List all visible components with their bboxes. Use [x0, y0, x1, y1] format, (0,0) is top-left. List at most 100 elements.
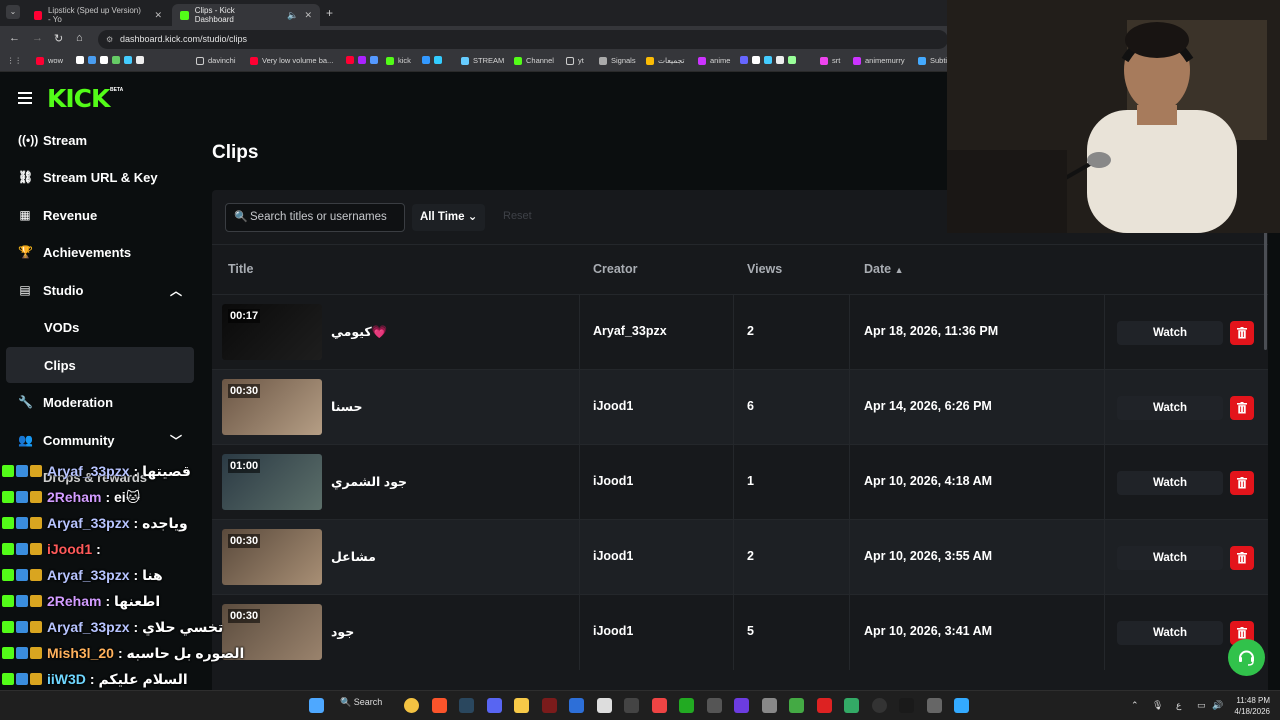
search-input[interactable]: 🔍 Search titles or usernames [225, 203, 405, 232]
clip-creator[interactable]: iJood1 [593, 399, 633, 413]
sidebar-item-studio[interactable]: ▤ Studio ︿ [6, 272, 194, 308]
xbox-icon[interactable] [679, 698, 694, 713]
column-views[interactable]: Views [747, 262, 782, 276]
app-icon[interactable] [542, 698, 557, 713]
delete-button[interactable] [1230, 321, 1254, 345]
chevron-up-icon[interactable]: ︿ [170, 282, 182, 299]
bookmark-compilations[interactable]: تجميعات [646, 56, 685, 65]
back-icon[interactable]: ← [9, 32, 20, 44]
tab-youtube[interactable]: Lipstick (Sped up Version) - Yo ✕ [26, 4, 170, 26]
reload-icon[interactable]: ↻ [54, 32, 63, 45]
taskbar-search[interactable]: 🔍 Search [340, 697, 382, 708]
column-date[interactable]: Date ▲ [864, 262, 904, 276]
clip-thumbnail[interactable]: 00:30 [222, 379, 322, 435]
bookmark-icons-group-3[interactable] [422, 56, 446, 64]
sidebar-item-achievements[interactable]: 🏆 Achievements [6, 234, 194, 270]
watch-button[interactable]: Watch [1117, 396, 1223, 420]
menu-icon[interactable] [18, 92, 32, 104]
discord-icon[interactable] [487, 698, 502, 713]
sidebar-item-revenue[interactable]: ▦ Revenue [6, 197, 194, 233]
clock[interactable]: 11:48 PM 4/18/2026 [1234, 695, 1270, 717]
delete-button[interactable] [1230, 396, 1254, 420]
sidebar-item-moderation[interactable]: 🔧 Moderation [6, 384, 194, 420]
network-icon[interactable]: ▭ [1197, 700, 1206, 711]
table-row[interactable]: 00:30 جود iJood1 5 Apr 10, 2026, 3:41 AM Watc… [212, 594, 1268, 670]
clip-title[interactable]: حسنا [331, 399, 363, 414]
delete-button[interactable] [1230, 471, 1254, 495]
tab-search-button[interactable]: ⌄ [6, 5, 20, 19]
watch-button[interactable]: Watch [1117, 321, 1223, 345]
app-icon[interactable] [762, 698, 777, 713]
table-row[interactable]: 00:30 حسنا iJood1 6 Apr 14, 2026, 6:26 PM Wat… [212, 369, 1268, 445]
obs-icon[interactable] [872, 698, 887, 713]
chevron-up-icon[interactable]: ⌃ [1131, 700, 1139, 711]
delete-button[interactable] [1230, 546, 1254, 570]
column-title[interactable]: Title [228, 262, 253, 276]
watch-button[interactable]: Watch [1117, 621, 1223, 645]
sidebar-item-community[interactable]: 👥 Community ﹀ [6, 422, 194, 458]
table-row[interactable]: 00:30 مشاعل iJood1 2 Apr 10, 2026, 3:55 AM Wa… [212, 519, 1268, 595]
sidebar-item-vods[interactable]: VODs [6, 309, 194, 345]
app-icon[interactable] [789, 698, 804, 713]
forward-icon[interactable]: → [32, 32, 43, 44]
close-icon[interactable]: ✕ [304, 10, 312, 21]
support-button[interactable] [1228, 639, 1265, 676]
clip-title[interactable]: مشاعل [331, 549, 376, 564]
reset-button[interactable]: Reset [503, 210, 532, 222]
clip-creator[interactable]: iJood1 [593, 474, 633, 488]
language-indicator[interactable]: ع [1176, 700, 1181, 711]
app-icon[interactable] [652, 698, 667, 713]
notepad-icon[interactable] [597, 698, 612, 713]
speaker-icon[interactable]: 🔈 [287, 10, 298, 21]
app-icon[interactable] [899, 698, 914, 713]
volume-icon[interactable]: 🔊 [1212, 700, 1223, 711]
clip-thumbnail[interactable]: 01:00 [222, 454, 322, 510]
bookmark-wow[interactable]: wow [36, 56, 63, 65]
home-icon[interactable]: ⌂ [76, 32, 83, 44]
clip-creator[interactable]: iJood1 [593, 549, 633, 563]
bookmark-icons-group-4[interactable] [740, 56, 800, 64]
column-creator[interactable]: Creator [593, 262, 637, 276]
terminal-icon[interactable] [927, 698, 942, 713]
folder-icon[interactable] [514, 698, 529, 713]
clip-creator[interactable]: iJood1 [593, 624, 633, 638]
clip-title[interactable]: جود [331, 624, 354, 639]
microphone-icon[interactable]: 🎙 [1152, 700, 1163, 711]
watch-button[interactable]: Watch [1117, 471, 1223, 495]
new-tab-button[interactable]: + [326, 6, 333, 20]
bookmark-icons-group-2[interactable] [346, 56, 382, 64]
table-row[interactable]: 01:00 جود الشمري iJood1 1 Apr 10, 2026, 4:18… [212, 444, 1268, 520]
app-icon[interactable] [569, 698, 584, 713]
bookmark-yt[interactable]: yt [566, 56, 584, 65]
time-filter-dropdown[interactable]: All Time ⌄ [412, 204, 486, 231]
bookmark-kick[interactable]: kick [386, 56, 411, 65]
clip-title[interactable]: كيومي💗 [331, 324, 387, 340]
sidebar-item-stream-url-key[interactable]: ⛓ Stream URL & Key [6, 159, 194, 195]
watch-button[interactable]: Watch [1117, 546, 1223, 570]
windows-start-icon[interactable] [309, 698, 324, 713]
clip-thumbnail[interactable]: 00:17 [222, 304, 322, 360]
site-info-icon[interactable]: ⚙ [106, 30, 113, 49]
app-icon[interactable] [817, 698, 832, 713]
chrome-icon[interactable] [404, 698, 419, 713]
bookmark-animemurry[interactable]: animemurry [853, 56, 905, 65]
clip-title[interactable]: جود الشمري [331, 474, 407, 489]
bookmark-icons-group[interactable] [76, 56, 148, 64]
sidebar-item-stream[interactable]: ((•)) Stream [6, 122, 194, 158]
tab-kick-dashboard[interactable]: Clips - Kick Dashboard 🔈 ✕ [172, 4, 320, 26]
apps-icon[interactable]: ⋮⋮ [7, 56, 22, 65]
close-icon[interactable]: ✕ [154, 10, 162, 21]
bookmark-anime[interactable]: anime [698, 56, 730, 65]
bookmark-low-volume[interactable]: Very low volume ba... [250, 56, 333, 65]
clip-thumbnail[interactable]: 00:30 [222, 529, 322, 585]
app-icon[interactable] [844, 698, 859, 713]
table-row[interactable]: 00:17 كيومي💗 Aryaf_33pzx 2 Apr 18, 2026, 11:… [212, 294, 1268, 370]
kick-logo[interactable]: KICK [47, 84, 110, 113]
sidebar-item-clips[interactable]: Clips [6, 347, 194, 383]
bookmark-davinchi[interactable]: davinchi [196, 56, 236, 65]
bookmark-srt[interactable]: srt [820, 56, 840, 65]
chevron-down-icon[interactable]: ﹀ [170, 432, 182, 449]
app-icon[interactable] [624, 698, 639, 713]
app-icon[interactable] [707, 698, 722, 713]
bookmark-stream[interactable]: STREAM [461, 56, 504, 65]
